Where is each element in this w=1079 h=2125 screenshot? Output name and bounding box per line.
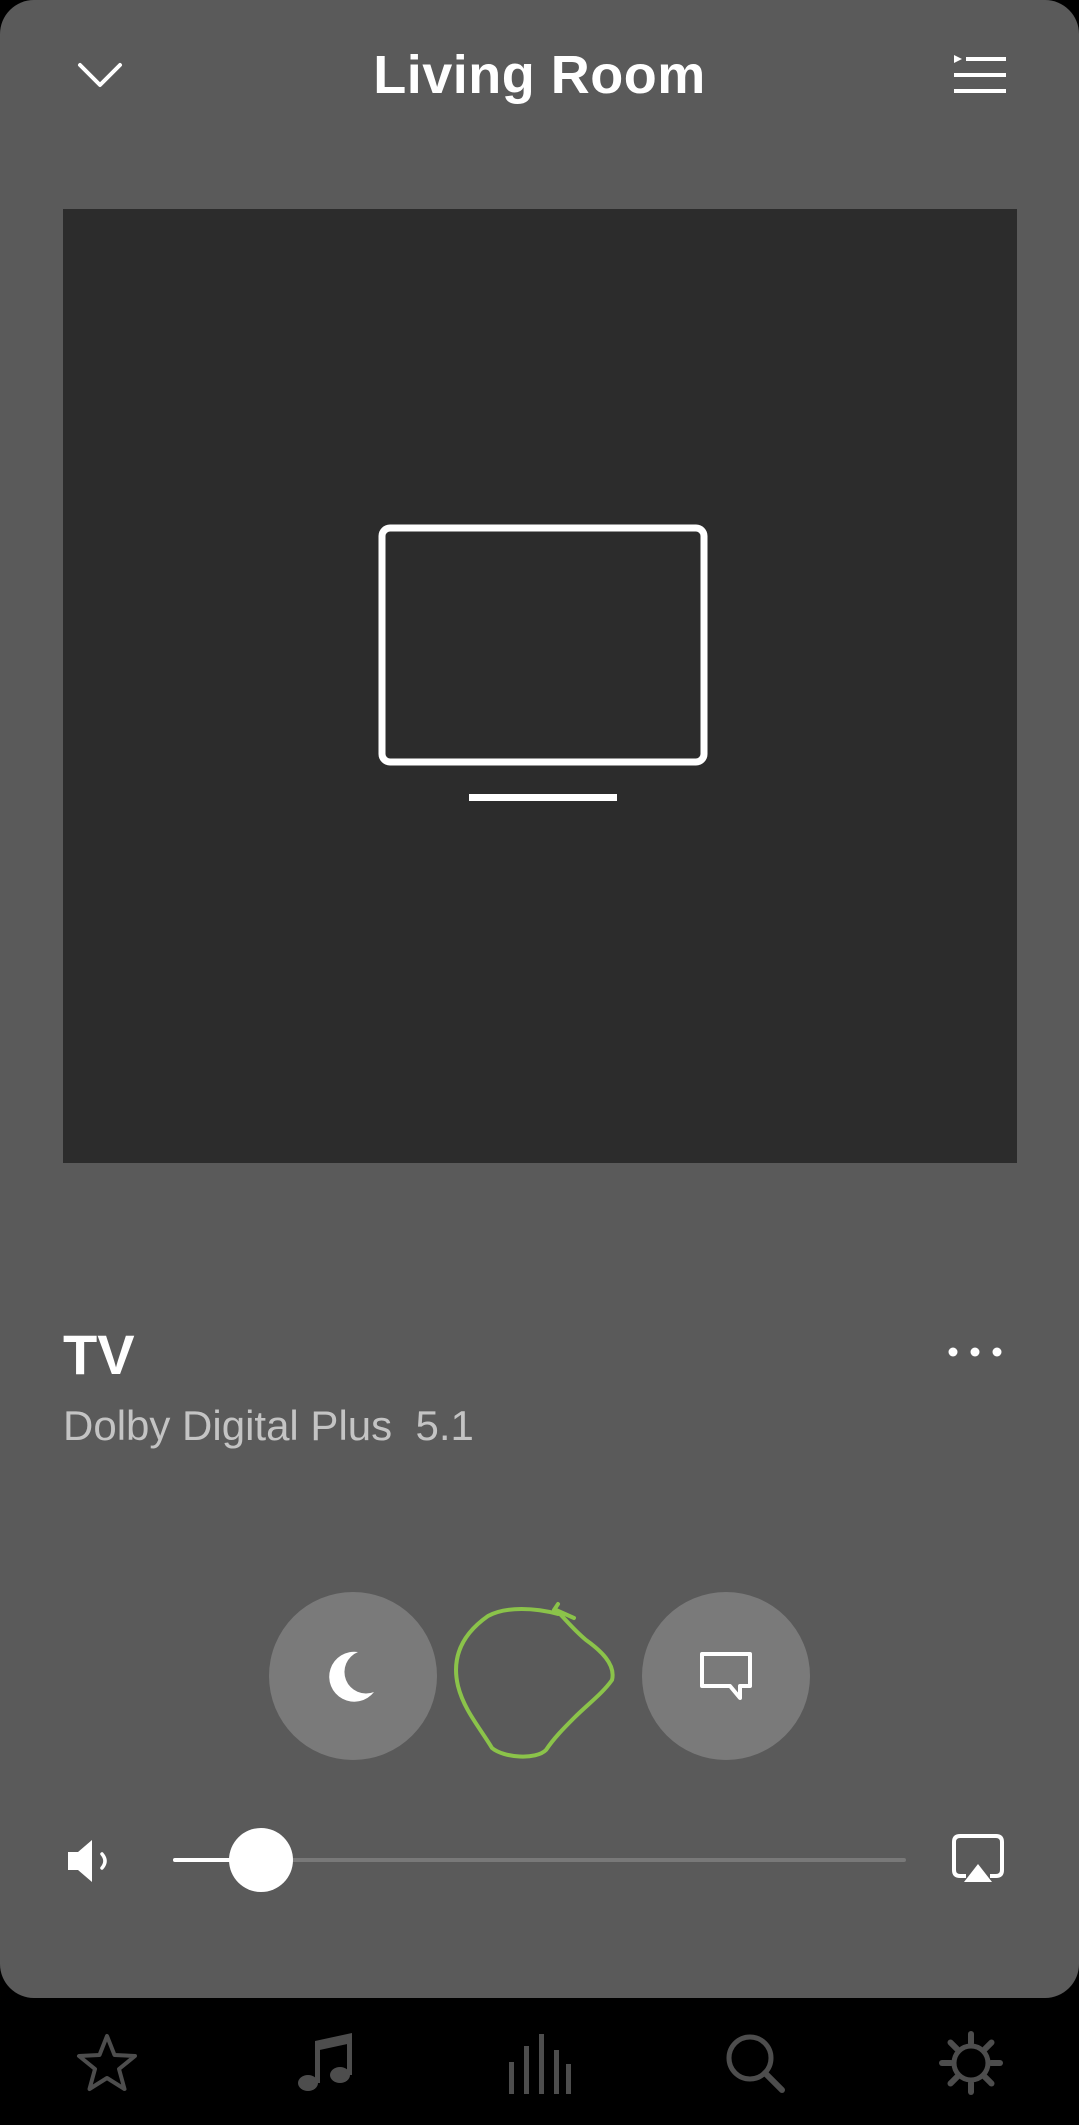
queue-list-icon xyxy=(954,55,1006,93)
track-title: TV xyxy=(63,1323,135,1386)
volume-mute-button[interactable] xyxy=(64,1836,120,1886)
more-options-button[interactable] xyxy=(940,1330,1010,1374)
volume-row xyxy=(0,1820,1079,1900)
star-icon xyxy=(77,2034,137,2091)
search-icon xyxy=(726,2034,785,2093)
nav-browse-music[interactable] xyxy=(288,2028,360,2098)
room-title: Living Room xyxy=(373,45,706,105)
moon-icon xyxy=(329,1651,374,1702)
highlighted-control[interactable] xyxy=(440,1600,620,1770)
now-playing-panel: Living Room TV Dolby Digital Plus 5.1 xyxy=(0,0,1079,1998)
nav-settings[interactable] xyxy=(935,2028,1007,2098)
nav-search[interactable] xyxy=(719,2028,791,2098)
night-sound-button[interactable] xyxy=(269,1592,437,1760)
nav-rooms[interactable] xyxy=(503,2028,575,2098)
bottom-navigation xyxy=(0,1998,1079,2125)
music-note-icon xyxy=(298,2033,352,2091)
more-horizontal-icon xyxy=(948,1347,1002,1357)
volume-slider[interactable] xyxy=(173,1828,906,1892)
annotation-circle-icon xyxy=(454,1602,615,1759)
speech-enhancement-button[interactable] xyxy=(642,1592,810,1760)
speaker-low-icon xyxy=(68,1840,107,1882)
album-artwork xyxy=(63,209,1017,1163)
tv-icon xyxy=(378,524,708,801)
rooms-bars-icon xyxy=(509,2034,571,2094)
volume-slider-thumb[interactable] xyxy=(228,1828,293,1892)
gear-icon xyxy=(939,2031,1003,2095)
top-bar: Living Room xyxy=(0,0,1079,160)
speech-bubble-icon xyxy=(700,1652,752,1700)
queue-button[interactable] xyxy=(940,40,1020,110)
nav-favorites[interactable] xyxy=(71,2028,143,2098)
track-subtitle: Dolby Digital Plus 5.1 xyxy=(63,1402,474,1449)
airplay-icon xyxy=(952,1834,1004,1882)
audio-output-button[interactable] xyxy=(950,1832,1006,1888)
